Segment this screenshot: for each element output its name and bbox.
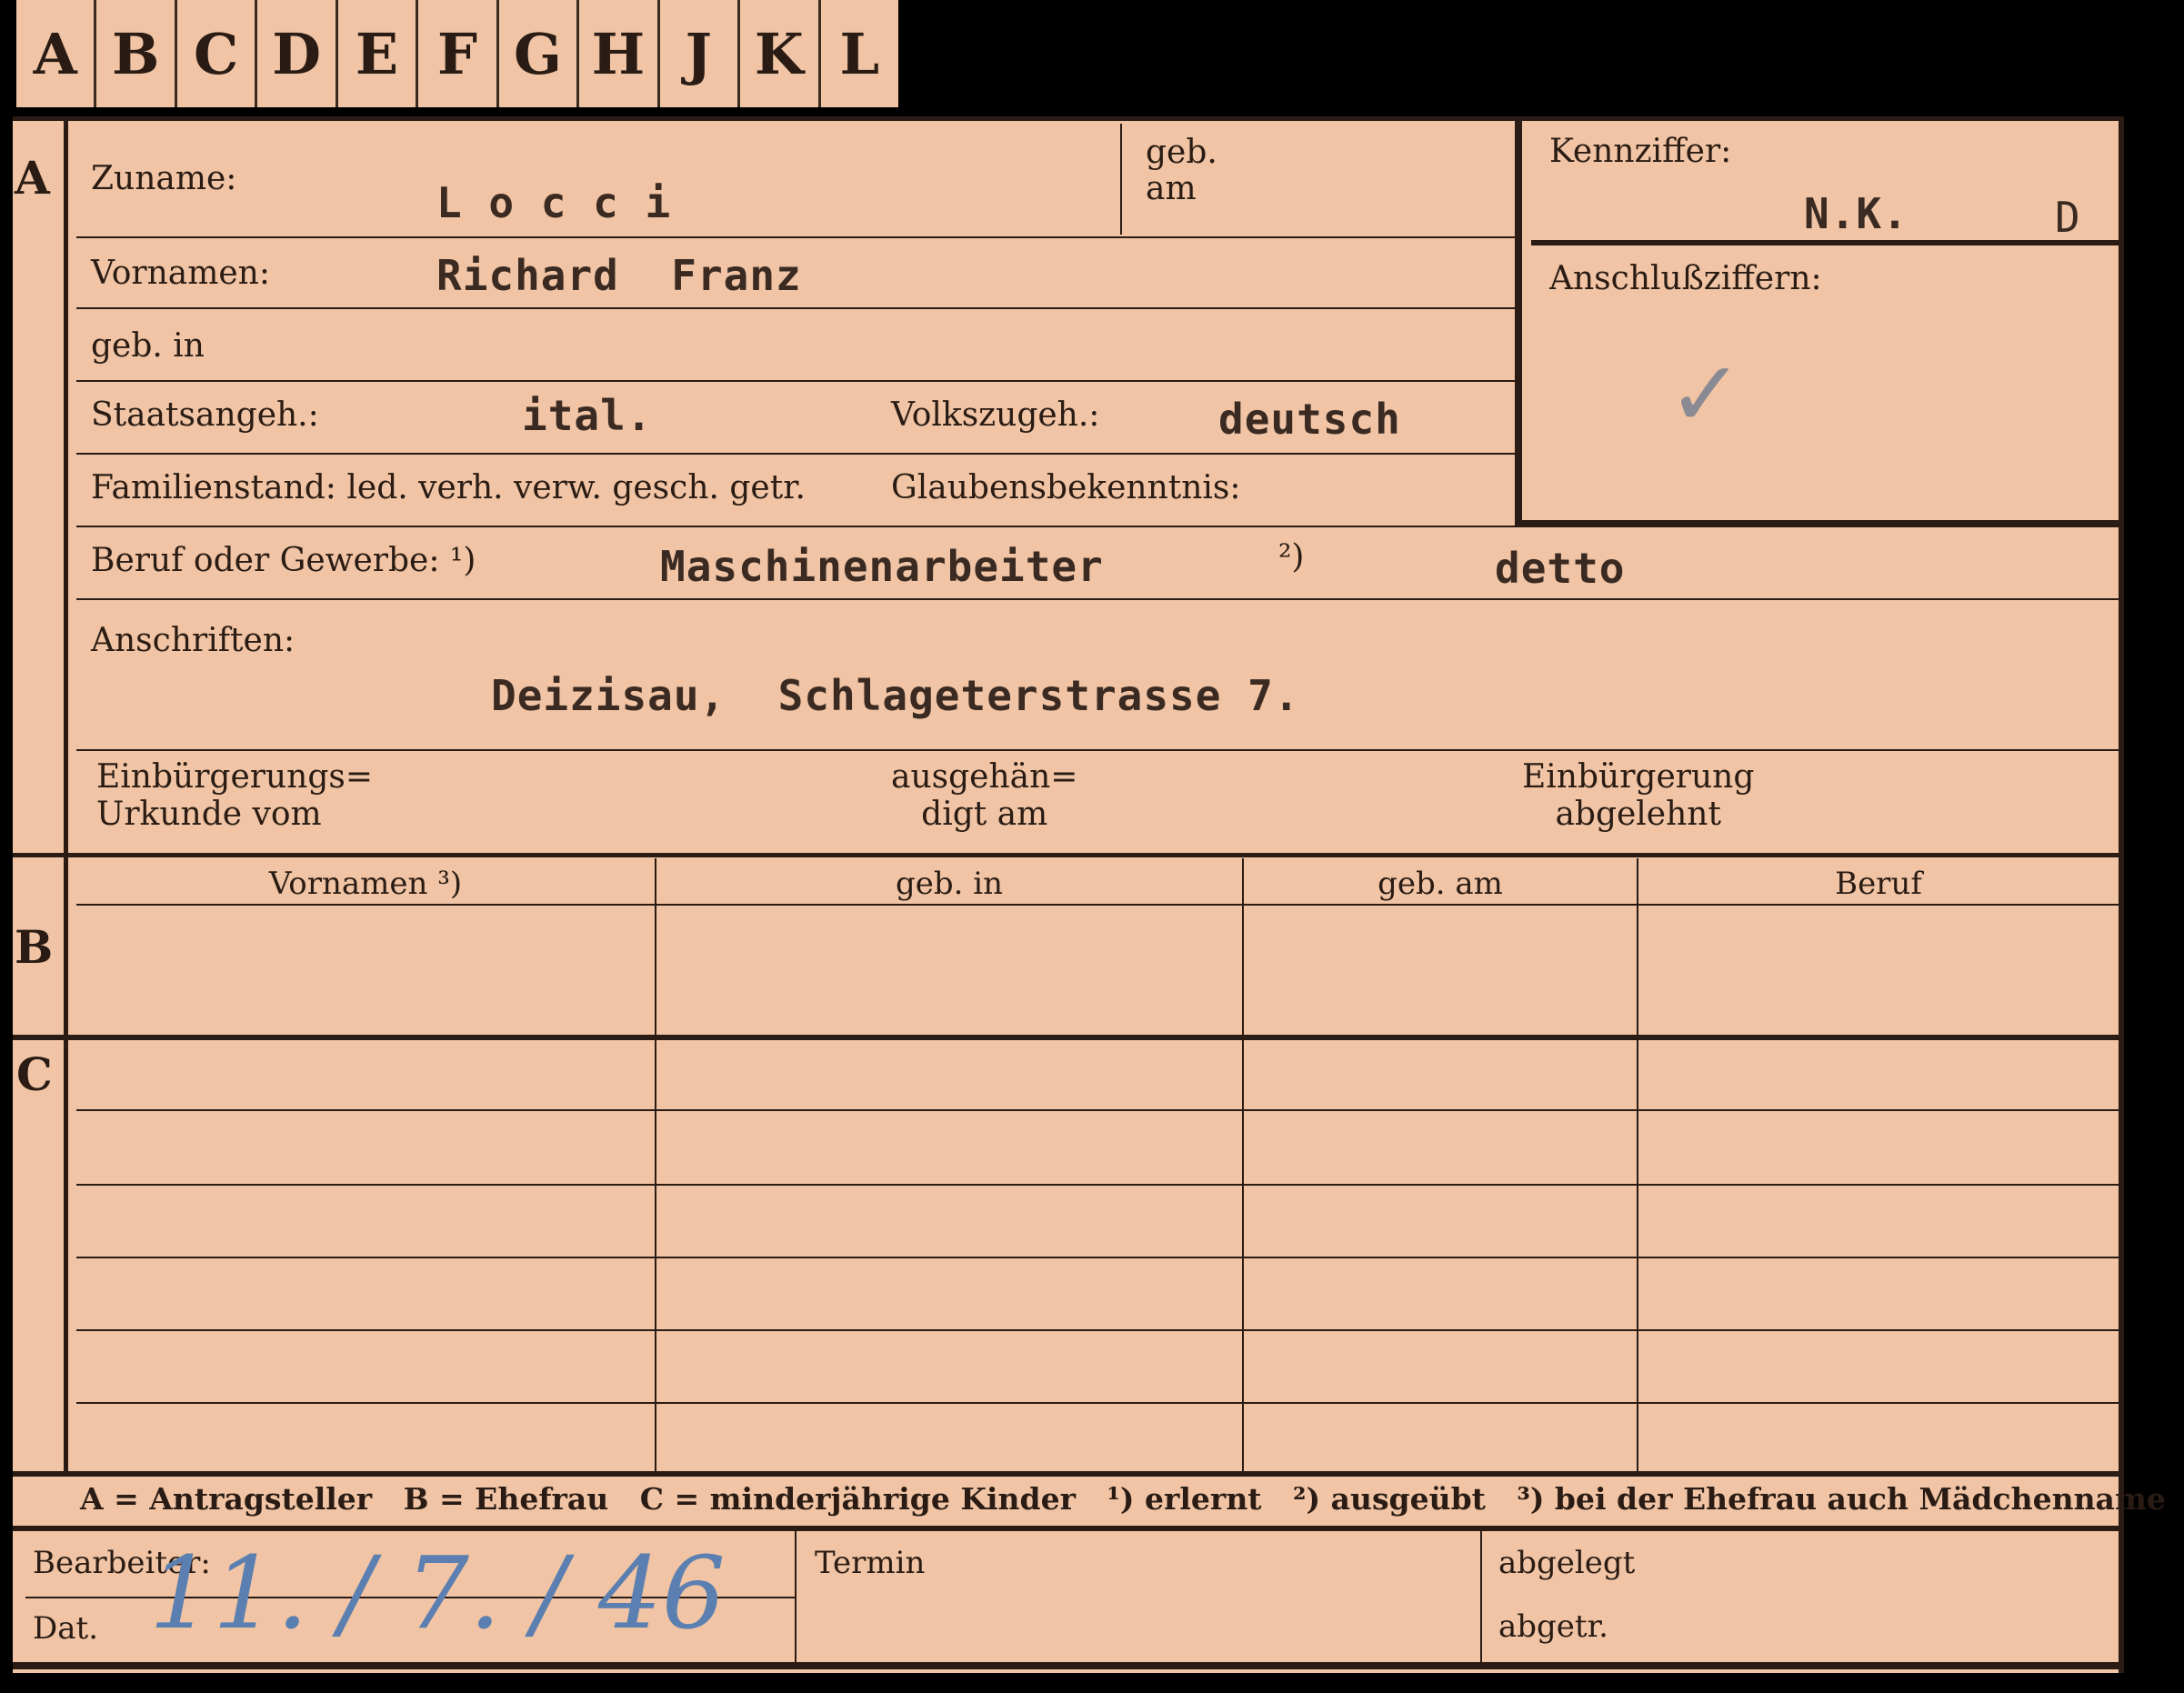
abgelegt-label: abgelegt: [1498, 1545, 1636, 1581]
kennziffer-label: Kennziffer:: [1549, 133, 1732, 170]
col-header-geb-am: geb. am: [1378, 866, 1503, 902]
row-line: [76, 236, 1515, 238]
section-label-b: B: [15, 920, 54, 974]
termin-label: Termin: [815, 1545, 926, 1581]
geb-in-label: geb. in: [91, 327, 205, 365]
tab-d: D: [257, 0, 338, 107]
table-header-line: [76, 904, 2119, 906]
beruf-mark2: ²): [1278, 538, 1305, 576]
zuname-value: L o c c i: [436, 178, 672, 227]
vornamen-value: Richard Franz: [436, 251, 802, 300]
handwritten-date: 11. / 7. / 46: [149, 1535, 726, 1651]
einbuergerung-abgelehnt-label: Einbürgerung abgelehnt: [1522, 758, 1755, 834]
section-margin-line: [64, 116, 68, 1471]
section-label-a: A: [15, 151, 50, 205]
anschriften-label: Anschriften:: [91, 622, 296, 659]
staatsangeh-label: Staatsangeh.:: [91, 396, 319, 434]
card-right-border: [2119, 116, 2124, 1673]
tab-e: E: [338, 0, 419, 107]
row-line: [76, 1329, 2119, 1331]
beruf-label: Beruf oder Gewerbe: ¹): [91, 542, 476, 579]
beruf-erlernt-value: Maschinenarbeiter: [660, 542, 1104, 591]
kennziffer-box-bottom: [1515, 520, 2122, 527]
row-line: [76, 1402, 2119, 1404]
tab-k: K: [740, 0, 821, 107]
kennziffer-box-left: [1515, 116, 1522, 527]
col-divider: [1637, 858, 1638, 1471]
tab-l: L: [839, 20, 880, 87]
vornamen-label: Vornamen:: [91, 255, 270, 292]
dat-label: Dat.: [33, 1610, 99, 1647]
beruf-ausgeuebt-value: detto: [1495, 544, 1626, 593]
row-line: [76, 1184, 2119, 1186]
volkszugeh-value: deutsch: [1218, 395, 1401, 444]
tab-j: J: [660, 0, 741, 107]
section-b-bottom: [13, 1035, 2122, 1040]
kennziffer-suffix: D: [2055, 193, 2081, 242]
row-line: [76, 598, 2119, 600]
zuname-label: Zuname:: [91, 160, 237, 197]
tab-h: H: [579, 0, 660, 107]
section-label-c: C: [16, 1047, 53, 1101]
card-top-border: [13, 116, 2122, 121]
glaubensbekenntnis-label: Glaubensbekenntnis:: [891, 469, 1241, 506]
legend-bottom: [13, 1526, 2122, 1531]
geb-am-divider: [1120, 124, 1122, 235]
col-header-vornamen: Vornamen ³): [268, 866, 463, 902]
row-line: [76, 526, 1515, 527]
section-c-bottom: [13, 1471, 2122, 1477]
footer-divider: [1480, 1531, 1482, 1664]
row-line: [76, 307, 1515, 309]
einbuergerung-urkunde-label: Einbürgerungs= Urkunde vom: [96, 758, 374, 834]
abgetr-label: abgetr.: [1498, 1608, 1608, 1645]
col-header-beruf: Beruf: [1835, 866, 1922, 902]
alphabet-tab-bar: ABCDEFGHJKL: [16, 0, 898, 107]
ausgehaendigt-label: ausgehän= digt am: [891, 758, 1078, 834]
col-header-geb-in: geb. in: [895, 866, 1004, 902]
tab-b: B: [96, 0, 177, 107]
footer-divider: [795, 1531, 796, 1664]
tab-f: F: [418, 0, 499, 107]
row-line: [76, 453, 1515, 455]
tab-a: A: [16, 0, 97, 107]
tab-c: C: [177, 0, 258, 107]
familienstand-label: Familienstand: led. verh. verw. gesch. g…: [91, 469, 806, 506]
geb-am-label: geb. am: [1146, 134, 1217, 207]
registration-card: A B C Zuname: L o c c i geb. am Kennziff…: [13, 116, 2166, 1673]
col-divider: [655, 858, 656, 1471]
col-divider: [1242, 858, 1244, 1471]
anschrift-value: Deizisau, Schlageterstrasse 7.: [491, 671, 1300, 720]
tab-g: G: [499, 0, 580, 107]
row-line: [76, 749, 2119, 751]
section-a-bottom: [13, 853, 2122, 857]
row-line: [76, 380, 1515, 382]
checkmark: ✓: [1668, 341, 1744, 447]
card-bottom-border: [13, 1662, 2122, 1669]
staatsangeh-value: ital.: [522, 391, 653, 440]
anschlussziffern-label: Anschlußziffern:: [1549, 260, 1822, 297]
row-line: [76, 1257, 2119, 1258]
volkszugeh-label: Volkszugeh.:: [891, 396, 1100, 434]
kennziffer-value: N.K.: [1804, 189, 1908, 238]
kennziffer-divider: [1531, 240, 2122, 245]
legend: A = Antragsteller B = Ehefrau C = minder…: [80, 1481, 2166, 1517]
row-line: [76, 1109, 2119, 1111]
